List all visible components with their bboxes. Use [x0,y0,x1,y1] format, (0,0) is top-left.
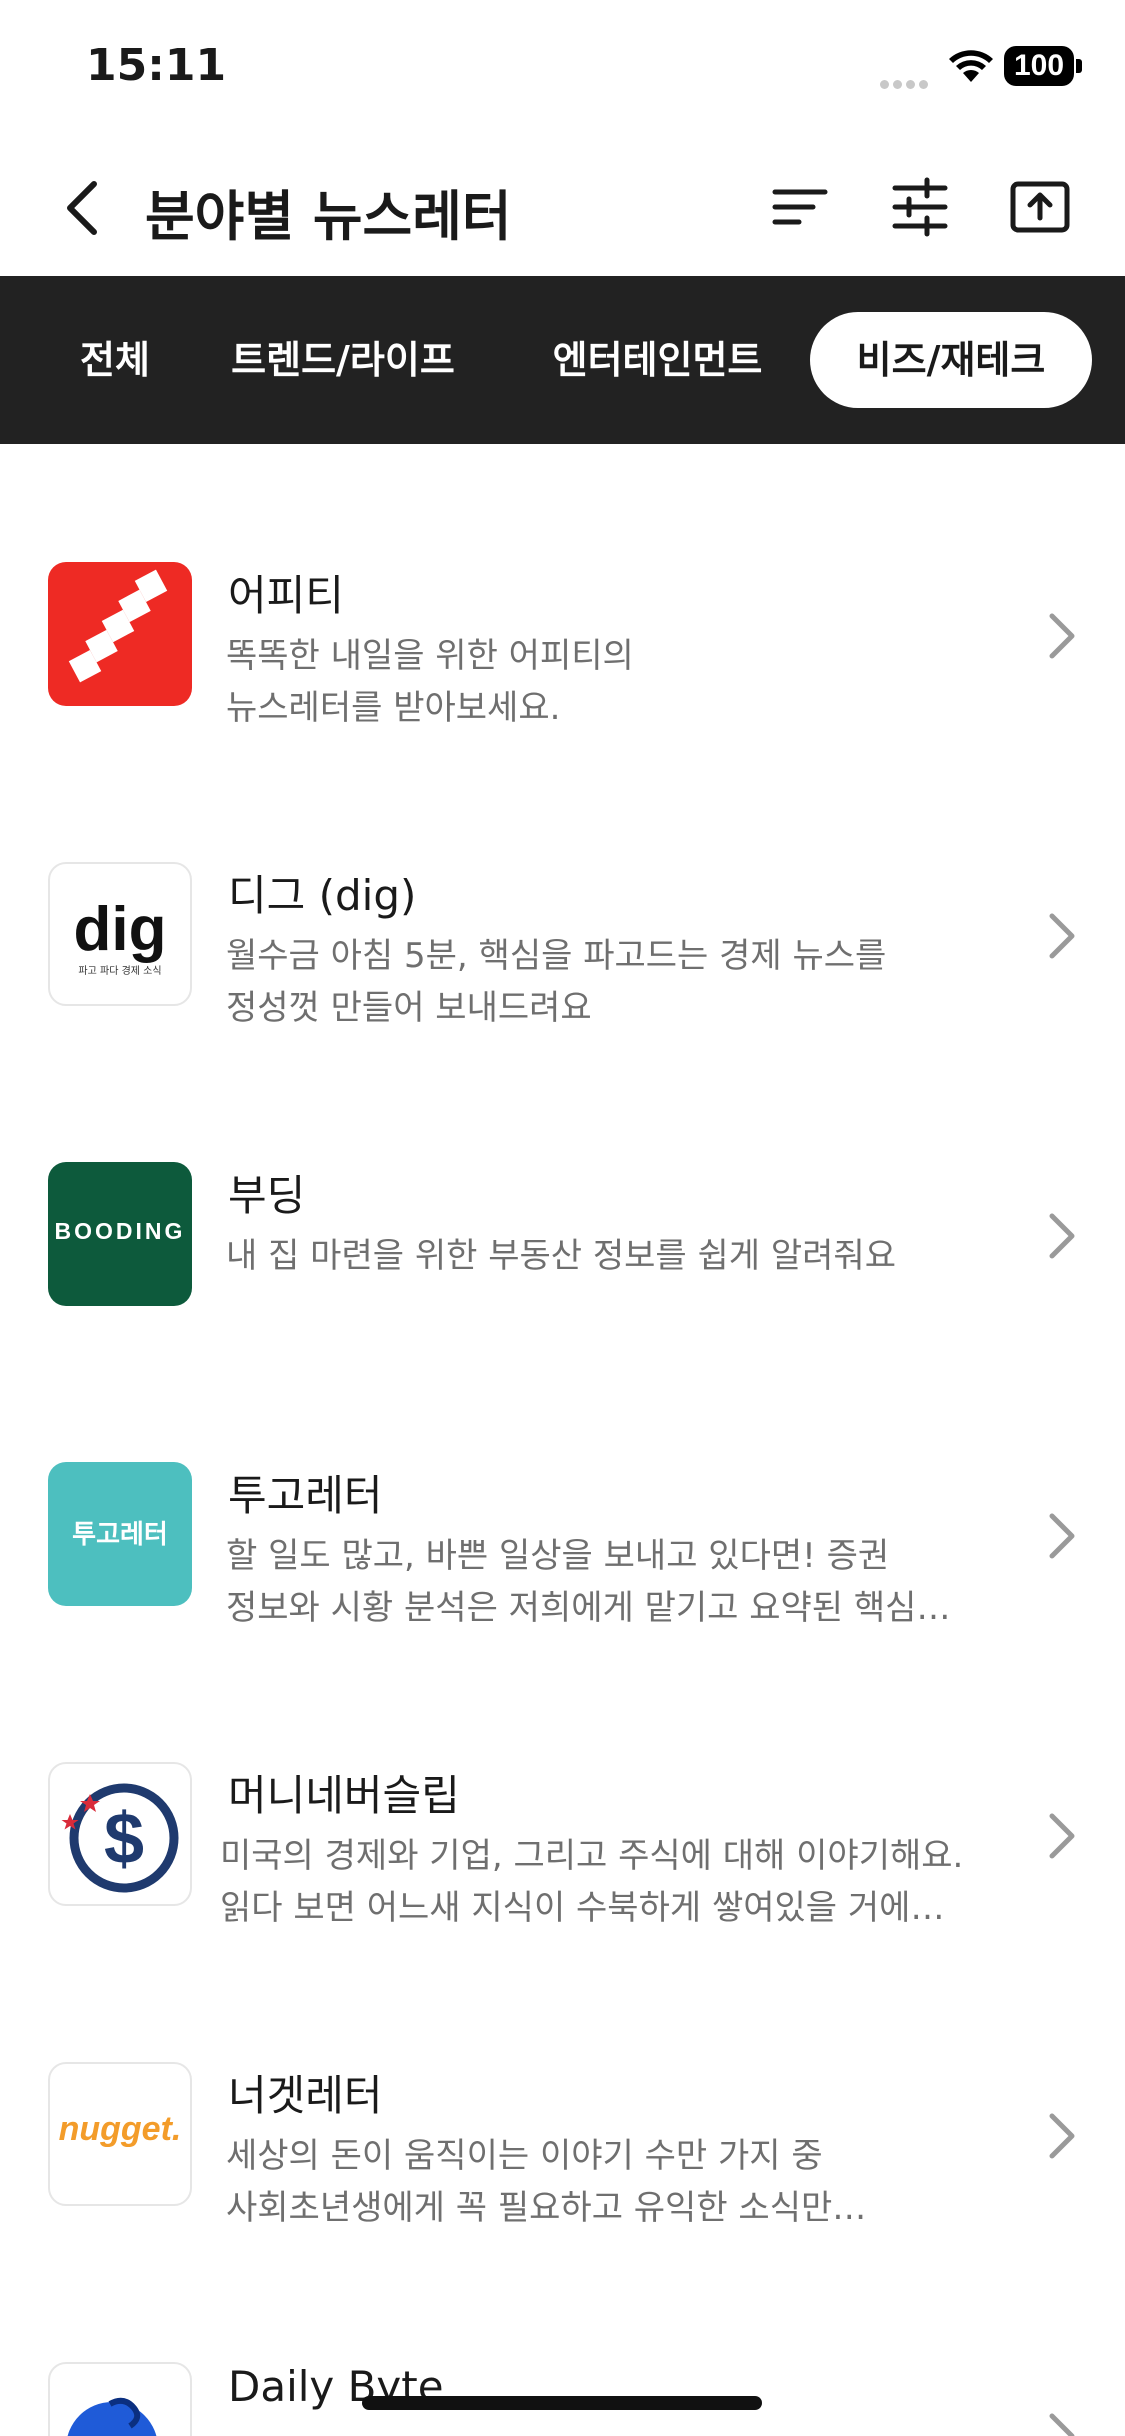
item-description: 할 일도 많고, 바쁜 일상을 보내고 있다면! 증권 정보와 시황 분석은 저… [226,1536,951,1628]
home-indicator[interactable] [362,2396,762,2410]
tab-entertainment[interactable]: 엔터테인먼트 [540,312,775,408]
newsletter-item-dig[interactable]: dig 파고 파다 경제 소식 디그 (dig) 월수금 아침 5분, 핵심을 … [0,862,1125,1162]
sort-icon[interactable] [765,172,835,242]
tab-biz-finance[interactable]: 비즈/재테크 [810,312,1092,408]
filter-icon[interactable] [885,172,955,242]
chevron-right-icon [1049,2113,1075,2159]
chevron-right-icon [1049,1813,1075,1859]
chevron-right-icon [1049,1213,1075,1259]
item-title: 부딩 [228,1171,306,1220]
back-icon[interactable] [56,170,116,246]
status-bar: 15:11 100 [0,0,1125,140]
battery-level: 100 [1004,46,1074,86]
chevron-right-icon [1049,913,1075,959]
page-title: 분야별 뉴스레터 [145,185,512,248]
newsletter-item-money-never-sleep[interactable]: $ 머니네버슬립 미국의 경제와 기업, 그리고 주식에 대해 이야기해요. 읽… [0,1762,1125,2062]
item-description: 월수금 아침 5분, 핵심을 파고드는 경제 뉴스를 정성껏 만들어 보내드려요 [226,936,887,1028]
wifi-icon [949,50,993,82]
money-never-sleep-logo: $ [48,1762,192,1906]
item-title: 너겟레터 [228,2071,383,2120]
item-description: 미국의 경제와 기업, 그리고 주식에 대해 이야기해요. 읽다 보면 어느새 … [220,1836,964,1928]
item-title: 어피티 [228,571,344,620]
share-icon[interactable] [1005,172,1075,242]
togo-letter-logo: 투고레터 [48,1462,192,1606]
newsletter-item-uppity[interactable]: 어피티 똑똑한 내일을 위한 어피티의 뉴스레터를 받아보세요. [0,562,1125,862]
signal-dots-icon [880,74,936,89]
newsletter-item-booding[interactable]: BOODING 부딩 내 집 마련을 위한 부동산 정보를 쉽게 알려줘요 [0,1162,1125,1462]
chevron-right-icon [1049,613,1075,659]
chevron-right-icon [1049,1513,1075,1559]
dig-logo: dig 파고 파다 경제 소식 [48,862,192,1006]
item-title: 디그 (dig) [228,871,417,920]
item-title: 투고레터 [228,1471,383,1520]
category-tab-bar: 전체 트렌드/라이프 엔터테인먼트 비즈/재테크 [0,276,1125,444]
status-time: 15:11 [86,40,227,91]
uppity-logo [48,562,192,706]
tab-all[interactable]: 전체 [60,312,170,408]
battery-icon: 100 [1004,46,1084,86]
daily-byte-logo [48,2362,192,2436]
header: 분야별 뉴스레터 [0,140,1125,276]
nugget-logo: nugget. [48,2062,192,2206]
item-description: 내 집 마련을 위한 부동산 정보를 쉽게 알려줘요 [226,1236,896,1276]
newsletter-item-nugget[interactable]: nugget. 너겟레터 세상의 돈이 움직이는 이야기 수만 가지 중 사회초… [0,2062,1125,2362]
item-description: 세상의 돈이 움직이는 이야기 수만 가지 중 사회초년생에게 꼭 필요하고 유… [226,2136,867,2228]
item-title: 머니네버슬립 [228,1771,460,1820]
chevron-right-icon [1049,2413,1075,2436]
item-description: 똑똑한 내일을 위한 어피티의 뉴스레터를 받아보세요. [226,636,634,728]
newsletter-item-togo-letter[interactable]: 투고레터 투고레터 할 일도 많고, 바쁜 일상을 보내고 있다면! 증권 정보… [0,1462,1125,1762]
booding-logo: BOODING [48,1162,192,1306]
tab-trend-life[interactable]: 트렌드/라이프 [218,312,468,408]
